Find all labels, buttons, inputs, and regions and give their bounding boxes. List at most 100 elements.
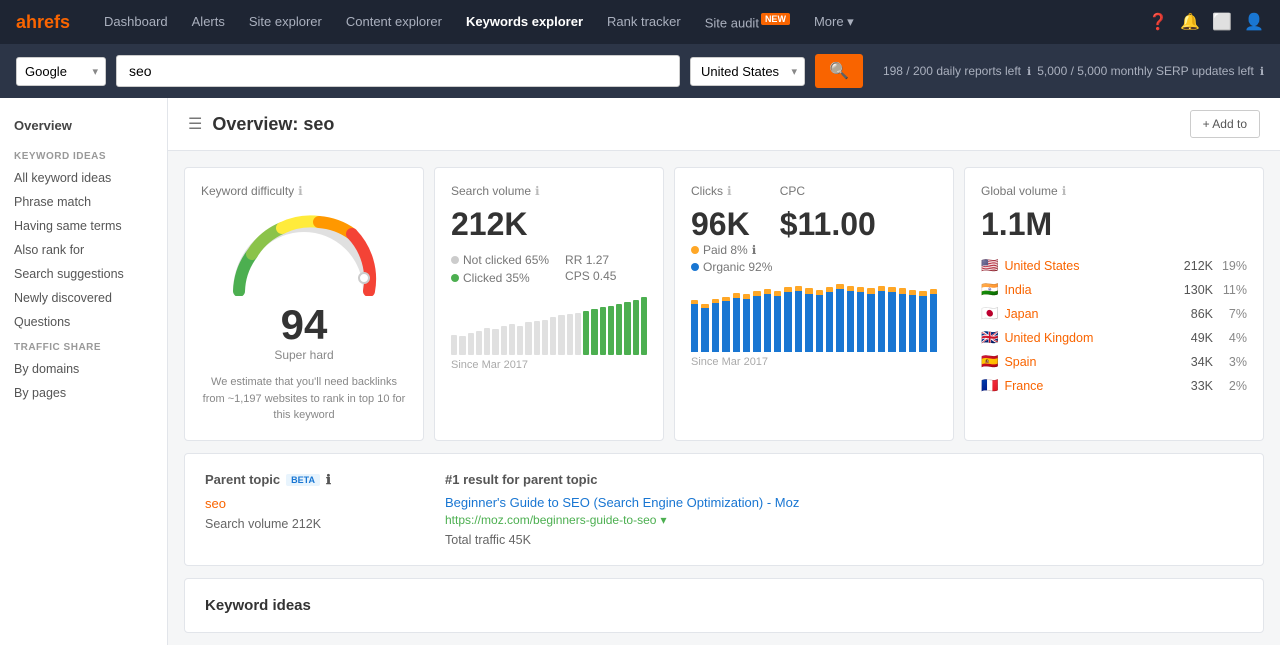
organic-bar-19: [888, 292, 895, 352]
main-container: Overview KEYWORD IDEAS All keyword ideas…: [0, 98, 1280, 645]
sv-clicked: Clicked 35%: [451, 271, 549, 285]
country-name-in[interactable]: India: [1004, 283, 1171, 297]
clicks-since-label: Since Mar 2017: [691, 356, 937, 368]
sidebar-item-search-suggestions[interactable]: Search suggestions: [0, 262, 167, 286]
country-vol-in: 130K: [1177, 283, 1213, 297]
sv-bar-15: [575, 313, 581, 355]
parent-tooltip-icon[interactable]: ℹ: [326, 472, 331, 488]
sv-bar-23: [641, 297, 647, 355]
flag-us: 🇺🇸: [981, 257, 998, 274]
sv-bar-17: [591, 309, 597, 355]
sv-bar-8: [517, 326, 523, 355]
nav-site-explorer[interactable]: Site explorer: [239, 10, 332, 34]
country-vol-es: 34K: [1177, 355, 1213, 369]
clicks-bar-wrapper-7: [764, 282, 771, 352]
window-icon[interactable]: ⬜: [1212, 12, 1232, 32]
sidebar-overview[interactable]: Overview: [0, 110, 167, 143]
add-to-button[interactable]: + Add to: [1190, 110, 1260, 138]
top-nav: ahrefs Dashboard Alerts Site explorer Co…: [0, 0, 1280, 44]
clicks-value: 96K: [691, 206, 750, 243]
sv-bar-0: [451, 335, 457, 355]
sv-bar-9: [525, 322, 531, 355]
organic-bar-21: [909, 295, 916, 352]
sidebar-item-having-same-terms[interactable]: Having same terms: [0, 214, 167, 238]
parent-topic-link[interactable]: seo: [205, 496, 405, 511]
country-row-us: 🇺🇸 United States 212K 19%: [981, 257, 1247, 274]
sv-bar-14: [567, 314, 573, 355]
search-button[interactable]: 🔍: [815, 54, 863, 88]
sv-since-label: Since Mar 2017: [451, 359, 647, 371]
clicks-bar-wrapper-22: [919, 282, 926, 352]
sv-bar-10: [534, 321, 540, 355]
clicks-bar-chart: [691, 282, 937, 352]
sidebar-item-all-keyword-ideas[interactable]: All keyword ideas: [0, 166, 167, 190]
clicks-bar-wrapper-23: [930, 282, 937, 352]
country-name-es[interactable]: Spain: [1004, 355, 1171, 369]
gv-value: 1.1M: [981, 206, 1247, 243]
nav-content-explorer[interactable]: Content explorer: [336, 10, 452, 34]
sv-card: Search volume ℹ 212K Not clicked 65% Cli…: [434, 167, 664, 441]
content-header-left: ☰ Overview: seo: [188, 114, 334, 135]
gv-tooltip-icon[interactable]: ℹ: [1062, 184, 1067, 198]
sidebar-item-newly-discovered[interactable]: Newly discovered: [0, 286, 167, 310]
nav-keywords-explorer[interactable]: Keywords explorer: [456, 10, 593, 34]
sv-bar-16: [583, 311, 589, 355]
sidebar-traffic-share-title: TRAFFIC SHARE: [0, 334, 167, 357]
country-name-us[interactable]: United States: [1004, 259, 1171, 273]
content-header: ☰ Overview: seo + Add to: [168, 98, 1280, 151]
clicks-tooltip-icon[interactable]: ℹ: [727, 184, 732, 198]
country-pct-es: 3%: [1219, 355, 1247, 369]
sidebar-item-by-pages[interactable]: By pages: [0, 381, 167, 405]
sidebar-item-by-domains[interactable]: By domains: [0, 357, 167, 381]
kd-tooltip-icon[interactable]: ℹ: [298, 184, 303, 198]
country-pct-gb: 4%: [1219, 331, 1247, 345]
country-name-jp[interactable]: Japan: [1004, 307, 1171, 321]
paid-tooltip-icon[interactable]: ℹ: [752, 243, 757, 257]
sv-tooltip-icon[interactable]: ℹ: [535, 184, 540, 198]
logo[interactable]: ahrefs: [16, 12, 70, 33]
organic-bar-12: [816, 295, 823, 352]
menu-icon[interactable]: ☰: [188, 114, 202, 134]
search-input[interactable]: [116, 55, 680, 87]
country-name-fr[interactable]: France: [1004, 379, 1171, 393]
engine-select[interactable]: Google Bing: [16, 57, 106, 86]
organic-bar-16: [857, 292, 864, 352]
clicks-bar-wrapper-18: [878, 282, 885, 352]
clicks-bar-wrapper-13: [826, 282, 833, 352]
sidebar-item-questions[interactable]: Questions: [0, 310, 167, 334]
result-title-link[interactable]: Beginner's Guide to SEO (Search Engine O…: [445, 495, 1243, 510]
country-name-gb[interactable]: United Kingdom: [1004, 331, 1171, 345]
beta-badge: BETA: [286, 474, 320, 486]
country-vol-us: 212K: [1177, 259, 1213, 273]
sidebar-item-phrase-match[interactable]: Phrase match: [0, 190, 167, 214]
reports-info: 198 / 200 daily reports left ℹ 5,000 / 5…: [883, 64, 1264, 78]
clicks-card: Clicks ℹ 96K CPC $11.00 Paid 8% ℹ: [674, 167, 954, 441]
sv-bar-11: [542, 320, 548, 355]
sv-card-title: Search volume ℹ: [451, 184, 647, 198]
country-pct-fr: 2%: [1219, 379, 1247, 393]
clicks-bar-wrapper-20: [899, 282, 906, 352]
clicks-bar-wrapper-12: [816, 282, 823, 352]
user-icon[interactable]: 👤: [1244, 12, 1264, 32]
organic-bar-20: [899, 294, 906, 352]
sidebar-item-also-rank-for[interactable]: Also rank for: [0, 238, 167, 262]
flag-fr: 🇫🇷: [981, 377, 998, 394]
clicks-bar-wrapper-21: [909, 282, 916, 352]
nav-more[interactable]: More ▾: [804, 10, 864, 34]
cards-row: Keyword difficulty ℹ: [168, 151, 1280, 441]
nav-dashboard[interactable]: Dashboard: [94, 10, 178, 34]
serp-tooltip-icon[interactable]: ℹ: [1260, 65, 1264, 78]
parent-topic-volume: Search volume 212K: [205, 517, 405, 531]
country-select[interactable]: United States: [690, 57, 805, 86]
organic-bar-3: [722, 301, 729, 352]
dropdown-icon[interactable]: ▾: [660, 513, 666, 527]
country-row-es: 🇪🇸 Spain 34K 3%: [981, 353, 1247, 370]
nav-rank-tracker[interactable]: Rank tracker: [597, 10, 691, 34]
reports-tooltip-icon[interactable]: ℹ: [1027, 65, 1031, 78]
nav-alerts[interactable]: Alerts: [182, 10, 235, 34]
bell-icon[interactable]: 🔔: [1180, 12, 1200, 32]
nav-site-audit[interactable]: Site auditNEW: [695, 10, 800, 34]
help-icon[interactable]: ❓: [1148, 12, 1168, 32]
sv-bar-5: [492, 329, 498, 355]
clicks-bar-wrapper-15: [847, 282, 854, 352]
